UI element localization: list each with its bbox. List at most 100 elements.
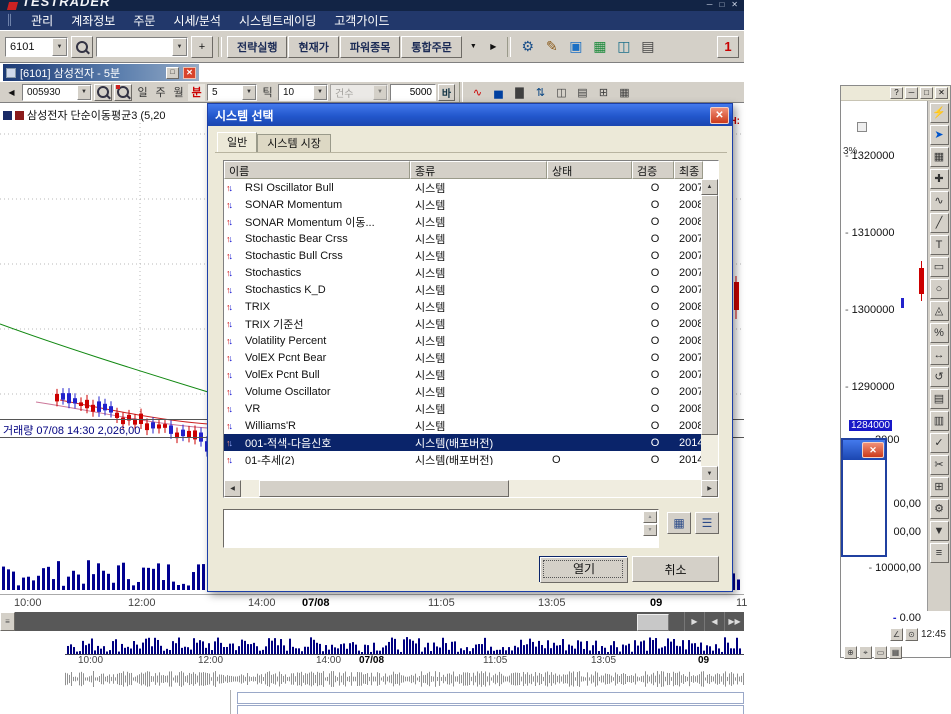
stock-search-button[interactable]: [94, 84, 112, 101]
cursor-icon[interactable]: ➤: [930, 125, 949, 145]
dropdown-icon[interactable]: ▼: [77, 85, 91, 100]
period-button-주[interactable]: 주: [152, 84, 169, 101]
spin-up-icon[interactable]: ▲: [643, 511, 657, 523]
resize-tool-icon[interactable]: ↔: [930, 345, 949, 365]
period-button-월[interactable]: 월: [170, 84, 187, 101]
system-row[interactable]: ↑↓VolEx Pcnt Bull시스템O2007/: [224, 366, 718, 383]
system-row[interactable]: ↑↓Stochastics시스템O2007/: [224, 264, 718, 281]
column-header-3[interactable]: 상태: [547, 161, 632, 179]
system-row[interactable]: ↑↓TRIX 기준선시스템O2008/: [224, 315, 718, 332]
open-button[interactable]: 열기: [539, 556, 627, 582]
close-icon[interactable]: ✕: [862, 442, 884, 458]
close-icon[interactable]: ✕: [183, 67, 196, 79]
more-dropdown-icon[interactable]: ▼: [465, 38, 482, 55]
rows-icon[interactable]: ▤: [930, 389, 949, 409]
candle-chart-icon-button[interactable]: ▇: [509, 83, 530, 101]
maximize-icon[interactable]: □: [719, 0, 724, 10]
grid-toggle-icon[interactable]: ▦: [889, 646, 902, 659]
period-button-분[interactable]: 분: [188, 84, 205, 101]
system-row[interactable]: ↑↓Stochastic Bull Crss시스템O2007/: [224, 247, 718, 264]
scroll-left-icon[interactable]: ◀: [224, 480, 241, 497]
help-icon[interactable]: ?: [890, 87, 903, 99]
settings-icon[interactable]: ⚙: [930, 499, 949, 519]
scroll-right-icon[interactable]: ▶: [701, 480, 718, 497]
nav-left-icon[interactable]: ◀: [3, 84, 20, 101]
period-tick-button[interactable]: 틱: [259, 84, 276, 101]
grid-icon-button[interactable]: ▦: [588, 35, 612, 59]
system-row[interactable]: ↑↓RSI Oscillator Bull시스템O2007/: [224, 179, 718, 196]
user-edit-icon-button[interactable]: ✎: [540, 35, 564, 59]
menu-item-6[interactable]: 고객가이드: [334, 12, 389, 29]
system-row[interactable]: ↑↓Volatility Percent시스템O2008/: [224, 332, 718, 349]
scrollbar-track[interactable]: [241, 480, 701, 497]
screen-code-combo[interactable]: 6101 ▼: [5, 37, 68, 57]
grid-tool-icon[interactable]: ▦: [930, 147, 949, 167]
down-arrow-icon[interactable]: ▼: [930, 521, 949, 541]
tab-general[interactable]: 일반: [217, 132, 257, 153]
columns-icon[interactable]: ▥: [930, 411, 949, 431]
undo-icon[interactable]: ↺: [930, 367, 949, 387]
box-select-icon[interactable]: ▭: [874, 646, 887, 659]
next-arrow-icon[interactable]: ▶: [485, 38, 502, 55]
interval-combo[interactable]: 5 ▼: [207, 84, 257, 101]
close-icon[interactable]: ✕: [710, 107, 729, 124]
bottom-field-1[interactable]: [237, 692, 744, 704]
system-row[interactable]: ↑↓001-적색-다음신호시스템(배포버전)O2014/: [224, 434, 718, 451]
toolbar-button-1[interactable]: 전략실행: [227, 36, 287, 58]
scroll-up-icon[interactable]: ▲: [701, 179, 718, 195]
system-row[interactable]: ↑↓Stochastic Bear Crss시스템O2007/: [224, 230, 718, 247]
triangle-tool-icon[interactable]: ◬: [930, 301, 949, 321]
stock-search-red-button[interactable]: [114, 84, 132, 101]
system-row[interactable]: ↑↓Volume Oscillator시스템O2007/: [224, 383, 718, 400]
add-grid-icon-button[interactable]: ⊞: [593, 83, 614, 101]
system-row[interactable]: ↑↓VR시스템O2008/: [224, 400, 718, 417]
amount-input[interactable]: [390, 84, 436, 101]
cancel-button[interactable]: 취소: [632, 556, 719, 582]
restore-icon[interactable]: □: [166, 67, 179, 79]
copy-window-icon-button[interactable]: ◫: [551, 83, 572, 101]
toolbar-button-2[interactable]: 현재가: [288, 36, 338, 58]
menu-item-3[interactable]: 주문: [133, 12, 155, 29]
minimize-icon[interactable]: ─: [905, 87, 918, 99]
line-chart-icon-button[interactable]: ∿: [467, 83, 488, 101]
percent-tool-icon[interactable]: %: [930, 323, 949, 343]
formula-grid-button[interactable]: ▦: [667, 512, 691, 534]
close-icon[interactable]: ✕: [935, 87, 948, 99]
rectangle-tool-icon[interactable]: ▭: [930, 257, 949, 277]
dropdown-icon[interactable]: ▼: [373, 85, 387, 100]
text-tool-icon[interactable]: T: [930, 235, 949, 255]
column-header-4[interactable]: 검증: [632, 161, 674, 179]
toolbar-button-4[interactable]: 통합주문: [401, 36, 461, 58]
check-icon[interactable]: ✓: [930, 433, 949, 453]
bar-chart-icon-button[interactable]: ▅: [488, 83, 509, 101]
scissors-icon[interactable]: ✂: [930, 455, 949, 475]
overview-strip[interactable]: 10:0012:0014:0007/0811:0513:0509: [65, 633, 744, 690]
mini-checkbox[interactable]: [857, 122, 867, 132]
sort-updown-icon-button[interactable]: ⇅: [530, 83, 551, 101]
search-button[interactable]: [71, 36, 93, 58]
menu-icon[interactable]: ≡: [930, 543, 949, 563]
system-row[interactable]: ↑↓VolEX Pcnt Bear시스템O2007/: [224, 349, 718, 366]
column-header-1[interactable]: 이름: [224, 161, 410, 179]
printer-icon-button[interactable]: ▤: [636, 35, 660, 59]
alert-badge-button[interactable]: 1: [717, 36, 739, 58]
splitter-grip-icon[interactable]: ≡: [0, 612, 15, 631]
bar-type-button[interactable]: 바: [438, 84, 455, 101]
scrollbar-thumb[interactable]: [637, 614, 669, 631]
trendline-icon[interactable]: ╱: [930, 213, 949, 233]
scrollbar-track[interactable]: [15, 612, 684, 631]
system-row[interactable]: ↑↓Williams'R시스템O2008/: [224, 417, 718, 434]
menu-item-2[interactable]: 계좌정보: [71, 12, 115, 29]
toolbar-button-3[interactable]: 파워종목: [340, 36, 400, 58]
system-row[interactable]: ↑↓SONAR Momentum시스템O2008/: [224, 196, 718, 213]
bottom-field-2[interactable]: [237, 705, 744, 714]
vertical-scrollbar[interactable]: ▲ ▼: [701, 179, 718, 482]
angle-tool-icon[interactable]: ∠: [890, 628, 903, 641]
chart-scroll-button-3[interactable]: ▶▶: [724, 612, 744, 631]
menu-item-5[interactable]: 시스템트레이딩: [239, 12, 316, 29]
report-icon-button[interactable]: ▤: [572, 83, 593, 101]
window-capture-icon-button[interactable]: ◫: [612, 35, 636, 59]
description-textarea[interactable]: ▲ ▼: [223, 509, 659, 548]
lightning-icon[interactable]: ⚡: [930, 103, 949, 123]
dropdown-icon[interactable]: ▼: [52, 38, 67, 56]
